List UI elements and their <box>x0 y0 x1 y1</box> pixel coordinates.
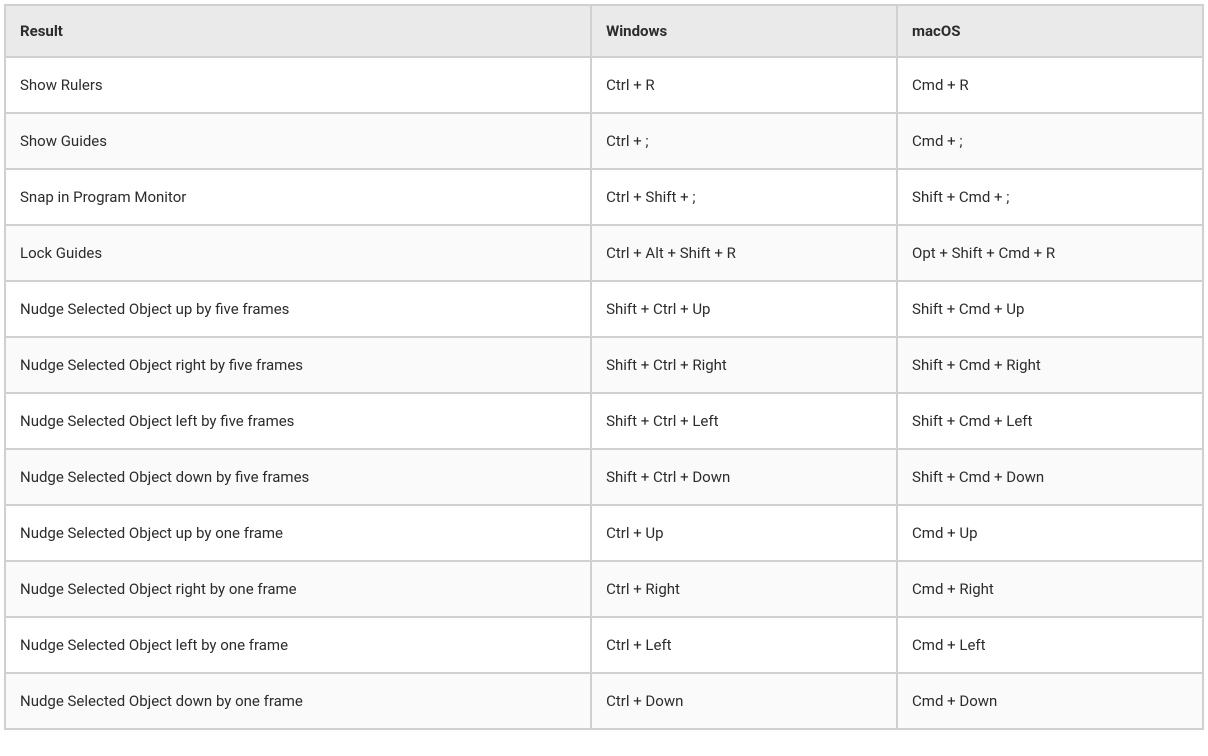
cell-result: Nudge Selected Object down by one frame <box>6 674 590 728</box>
cell-result: Nudge Selected Object left by five frame… <box>6 394 590 448</box>
cell-result: Lock Guides <box>6 226 590 280</box>
cell-result: Nudge Selected Object up by five frames <box>6 282 590 336</box>
cell-macos: Shift + Cmd + Right <box>898 338 1202 392</box>
table-row: Nudge Selected Object up by five frames … <box>6 282 1202 336</box>
cell-result: Snap in Program Monitor <box>6 170 590 224</box>
cell-result: Show Rulers <box>6 58 590 112</box>
cell-result: Show Guides <box>6 114 590 168</box>
cell-macos: Cmd + R <box>898 58 1202 112</box>
cell-windows: Shift + Ctrl + Left <box>592 394 896 448</box>
cell-macos: Cmd + Up <box>898 506 1202 560</box>
cell-macos: Shift + Cmd + ; <box>898 170 1202 224</box>
table-row: Nudge Selected Object down by five frame… <box>6 450 1202 504</box>
table-row: Snap in Program Monitor Ctrl + Shift + ;… <box>6 170 1202 224</box>
table-header-row: Result Windows macOS <box>6 6 1202 56</box>
cell-windows: Shift + Ctrl + Right <box>592 338 896 392</box>
shortcuts-table: Result Windows macOS Show Rulers Ctrl + … <box>4 4 1204 730</box>
cell-macos: Cmd + Left <box>898 618 1202 672</box>
table-row: Nudge Selected Object right by five fram… <box>6 338 1202 392</box>
cell-macos: Shift + Cmd + Down <box>898 450 1202 504</box>
header-result: Result <box>6 6 590 56</box>
cell-result: Nudge Selected Object left by one frame <box>6 618 590 672</box>
cell-windows: Ctrl + Up <box>592 506 896 560</box>
cell-macos: Cmd + ; <box>898 114 1202 168</box>
table-row: Nudge Selected Object up by one frame Ct… <box>6 506 1202 560</box>
table-row: Show Guides Ctrl + ; Cmd + ; <box>6 114 1202 168</box>
cell-windows: Shift + Ctrl + Up <box>592 282 896 336</box>
table-row: Nudge Selected Object down by one frame … <box>6 674 1202 728</box>
cell-result: Nudge Selected Object right by five fram… <box>6 338 590 392</box>
header-macos: macOS <box>898 6 1202 56</box>
table-row: Show Rulers Ctrl + R Cmd + R <box>6 58 1202 112</box>
cell-macos: Shift + Cmd + Up <box>898 282 1202 336</box>
cell-result: Nudge Selected Object up by one frame <box>6 506 590 560</box>
table-row: Lock Guides Ctrl + Alt + Shift + R Opt +… <box>6 226 1202 280</box>
table-row: Nudge Selected Object right by one frame… <box>6 562 1202 616</box>
table-row: Nudge Selected Object left by one frame … <box>6 618 1202 672</box>
cell-macos: Cmd + Down <box>898 674 1202 728</box>
cell-macos: Cmd + Right <box>898 562 1202 616</box>
cell-windows: Ctrl + Down <box>592 674 896 728</box>
cell-result: Nudge Selected Object right by one frame <box>6 562 590 616</box>
cell-windows: Ctrl + Right <box>592 562 896 616</box>
table-row: Nudge Selected Object left by five frame… <box>6 394 1202 448</box>
cell-windows: Ctrl + R <box>592 58 896 112</box>
cell-windows: Shift + Ctrl + Down <box>592 450 896 504</box>
header-windows: Windows <box>592 6 896 56</box>
cell-result: Nudge Selected Object down by five frame… <box>6 450 590 504</box>
table-body: Show Rulers Ctrl + R Cmd + R Show Guides… <box>6 58 1202 728</box>
cell-macos: Shift + Cmd + Left <box>898 394 1202 448</box>
cell-windows: Ctrl + Alt + Shift + R <box>592 226 896 280</box>
cell-windows: Ctrl + Left <box>592 618 896 672</box>
cell-windows: Ctrl + ; <box>592 114 896 168</box>
cell-windows: Ctrl + Shift + ; <box>592 170 896 224</box>
cell-macos: Opt + Shift + Cmd + R <box>898 226 1202 280</box>
